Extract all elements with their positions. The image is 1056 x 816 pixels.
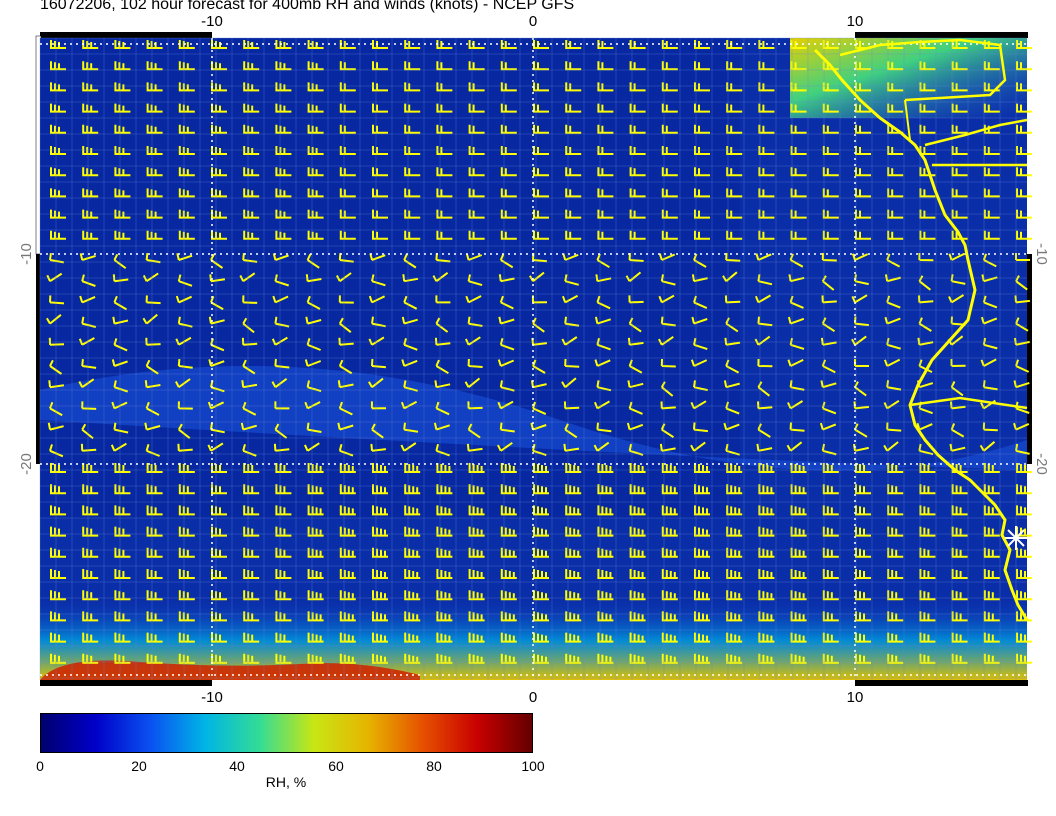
rh-colorbar (40, 713, 533, 753)
map-figure: -10 0 10 -10 0 10 -10 -20 -10 -20 (18, 13, 1050, 706)
lat-tick-right-minus10: -10 (1033, 243, 1050, 265)
lat-tick-left-minus20: -20 (18, 453, 35, 475)
colorbar-tick-100: 100 (521, 758, 545, 774)
lon-tick-bottom-10: 10 (847, 689, 864, 706)
lon-tick-bottom-minus10: -10 (201, 689, 223, 706)
lon-tick-top-minus10: -10 (201, 13, 223, 30)
lon-tick-bottom-0: 0 (529, 689, 537, 706)
colorbar-tick-40: 40 (229, 758, 245, 774)
colorbar-title: RH, % (265, 774, 307, 790)
frame-right-mid (1027, 254, 1032, 464)
colorbar-tick-0: 0 (36, 758, 44, 774)
lat-tick-left-minus10: -10 (18, 243, 35, 265)
colorbar-tick-60: 60 (328, 758, 344, 774)
frame-bottom-right (855, 680, 1028, 686)
frame-top-right (855, 32, 1028, 38)
frame-bottom-left (40, 680, 212, 686)
rh-topright (790, 38, 1027, 118)
colorbar-tick-80: 80 (426, 758, 442, 774)
frame-top-left (40, 32, 212, 38)
lon-tick-top-10: 10 (847, 13, 864, 30)
lon-tick-top-0: 0 (529, 13, 537, 30)
colorbar-tick-20: 20 (131, 758, 147, 774)
lat-tick-right-minus20: -20 (1033, 453, 1050, 475)
